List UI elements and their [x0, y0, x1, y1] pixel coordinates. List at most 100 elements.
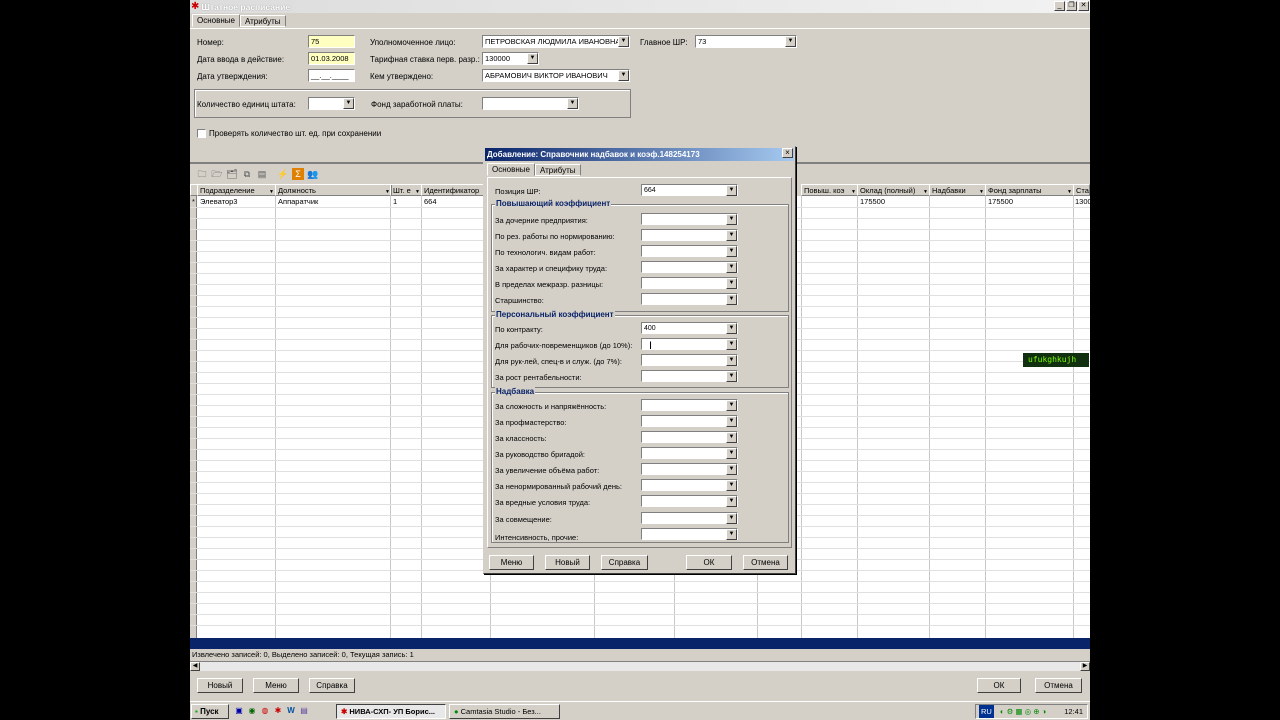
- scroll-left-icon[interactable]: ◀: [190, 662, 200, 671]
- dialog-new-button[interactable]: Новый: [545, 555, 590, 570]
- col-units[interactable]: Шт. е ▼: [390, 184, 422, 196]
- start-button[interactable]: ▪ Пуск: [191, 704, 229, 719]
- niva-icon[interactable]: ✱: [272, 705, 284, 717]
- chevron-down-icon[interactable]: ▼: [726, 214, 737, 225]
- chevron-down-icon[interactable]: ▼: [726, 480, 737, 491]
- chevron-down-icon[interactable]: ▼: [726, 355, 737, 366]
- tab-attributes[interactable]: Атрибуты: [239, 15, 286, 27]
- col-fund[interactable]: Фонд зарплаты ▼: [985, 184, 1074, 196]
- dialog-close-icon[interactable]: ×: [782, 148, 793, 158]
- tab-main[interactable]: Основные: [192, 14, 240, 27]
- chevron-down-icon[interactable]: ▼: [726, 416, 737, 427]
- tech-work-field[interactable]: ▼: [641, 245, 738, 257]
- complexity-field[interactable]: ▼: [641, 399, 738, 411]
- chevron-down-icon[interactable]: ▼: [726, 513, 737, 524]
- authorized-field[interactable]: ПЕТРОВСКАЯ ЛЮДМИЛА ИВАНОВНА ▼: [482, 35, 630, 48]
- main-schedule-field[interactable]: 73 ▼: [695, 35, 797, 48]
- copy-icon[interactable]: ⧉: [241, 168, 253, 180]
- tariff-field[interactable]: 130000 ▼: [482, 52, 539, 65]
- dialog-cancel-button[interactable]: Отмена: [743, 555, 788, 570]
- approval-date-field[interactable]: __.__.____: [308, 69, 355, 82]
- chevron-down-icon[interactable]: ▼: [726, 400, 737, 411]
- col-raise-coef[interactable]: Повыш. коэ ▼: [801, 184, 858, 196]
- dialog-tab-main[interactable]: Основные: [487, 163, 535, 176]
- dialog-tab-attributes[interactable]: Атрибуты: [534, 164, 581, 176]
- chevron-down-icon[interactable]: ▼: [785, 36, 796, 47]
- ok-button[interactable]: ОК: [977, 678, 1021, 693]
- dialog-menu-button[interactable]: Меню: [489, 555, 534, 570]
- hourly-workers-field[interactable]: ▼: [641, 338, 738, 350]
- dialog-ok-button[interactable]: ОК: [686, 555, 732, 570]
- position-field[interactable]: 664 ▼: [641, 184, 738, 196]
- horizontal-scrollbar[interactable]: ◀ ▶: [190, 661, 1090, 671]
- chevron-down-icon[interactable]: ▼: [726, 323, 737, 334]
- lightning-icon[interactable]: ⚡: [277, 168, 289, 180]
- chevron-down-icon[interactable]: ▼: [618, 36, 629, 47]
- fund-field[interactable]: ▼: [482, 97, 579, 110]
- approved-by-field[interactable]: АБРАМОВИЧ ВИКТОР ИВАНОВИЧ ▼: [482, 69, 630, 82]
- chevron-down-icon[interactable]: ▼: [726, 432, 737, 443]
- class-field[interactable]: ▼: [641, 431, 738, 443]
- chevron-down-icon[interactable]: ▼: [726, 464, 737, 475]
- brigade-field[interactable]: ▼: [641, 447, 738, 459]
- intensity-field[interactable]: ▼: [641, 528, 738, 540]
- cancel-button[interactable]: Отмена: [1035, 678, 1082, 693]
- app-shortcut-icon[interactable]: ◍: [259, 705, 271, 717]
- chevron-down-icon[interactable]: ▼: [726, 294, 737, 305]
- chevron-down-icon[interactable]: ▼: [726, 371, 737, 382]
- minimize-button[interactable]: _: [1054, 1, 1065, 11]
- calculator-icon[interactable]: Σ: [292, 168, 304, 180]
- mastery-field[interactable]: ▼: [641, 415, 738, 427]
- chevron-down-icon[interactable]: ▼: [726, 278, 737, 289]
- seniority-field[interactable]: ▼: [641, 293, 738, 305]
- close-button[interactable]: ✕: [1078, 1, 1089, 11]
- volume-field[interactable]: ▼: [641, 463, 738, 475]
- new-folder-icon[interactable]: 🗀: [196, 168, 208, 180]
- col-allowances[interactable]: Надбавки ▼: [929, 184, 986, 196]
- folder-icon[interactable]: 🗁: [211, 168, 223, 180]
- dialog-help-button[interactable]: Справка: [601, 555, 648, 570]
- desktop-icon[interactable]: ▣: [233, 705, 245, 717]
- effective-date-field[interactable]: 01.03.2008: [308, 52, 355, 65]
- calendar-icon[interactable]: ▤: [298, 705, 310, 717]
- work-character-field[interactable]: ▼: [641, 261, 738, 273]
- profitability-field[interactable]: ▼: [641, 370, 738, 382]
- col-department[interactable]: Подразделение ▼: [197, 184, 276, 196]
- number-field[interactable]: 75: [308, 35, 355, 48]
- check-units-checkbox[interactable]: [197, 129, 206, 138]
- chevron-down-icon[interactable]: ▼: [726, 448, 737, 459]
- rationing-field[interactable]: ▼: [641, 229, 738, 241]
- chevron-down-icon[interactable]: ▼: [726, 529, 737, 540]
- chevron-down-icon[interactable]: ▼: [726, 246, 737, 257]
- contract-field[interactable]: 400 ▼: [641, 322, 738, 334]
- task-niva[interactable]: ✱ НИВА-СХП- УП Борис...: [336, 704, 446, 719]
- grade-difference-field[interactable]: ▼: [641, 277, 738, 289]
- col-identifier[interactable]: Идентификатор: [421, 184, 491, 196]
- help-button[interactable]: Справка: [309, 678, 355, 693]
- combination-field[interactable]: ▼: [641, 512, 738, 524]
- scroll-right-icon[interactable]: ▶: [1080, 662, 1090, 671]
- col-salary[interactable]: Оклад (полный) ▼: [857, 184, 930, 196]
- task-camtasia[interactable]: ● Camtasia Studio - Без...: [449, 704, 560, 719]
- chevron-down-icon[interactable]: ▼: [726, 230, 737, 241]
- language-indicator[interactable]: RU: [979, 705, 994, 718]
- restore-button[interactable]: ❐: [1066, 1, 1077, 11]
- col-position[interactable]: Должность ▼: [275, 184, 392, 196]
- menu-button[interactable]: Меню: [253, 678, 299, 693]
- managers-field[interactable]: ▼: [641, 354, 738, 366]
- chevron-down-icon[interactable]: ▼: [567, 98, 578, 109]
- chevron-down-icon[interactable]: ▼: [343, 98, 354, 109]
- chevron-down-icon[interactable]: ▼: [726, 339, 737, 350]
- col-rate[interactable]: Ста: [1073, 184, 1090, 196]
- folder-up-icon[interactable]: 🗂: [226, 168, 238, 180]
- chevron-down-icon[interactable]: ▼: [618, 70, 629, 81]
- new-button[interactable]: Новый: [197, 678, 243, 693]
- users-icon[interactable]: 👥: [307, 168, 319, 180]
- units-field[interactable]: ▼: [308, 97, 355, 110]
- document-icon[interactable]: ▤: [256, 168, 268, 180]
- chevron-down-icon[interactable]: ▼: [726, 496, 737, 507]
- word-icon[interactable]: W: [285, 705, 297, 717]
- chevron-down-icon[interactable]: ▼: [726, 262, 737, 273]
- browser-icon[interactable]: ◉: [246, 705, 258, 717]
- irregular-day-field[interactable]: ▼: [641, 479, 738, 491]
